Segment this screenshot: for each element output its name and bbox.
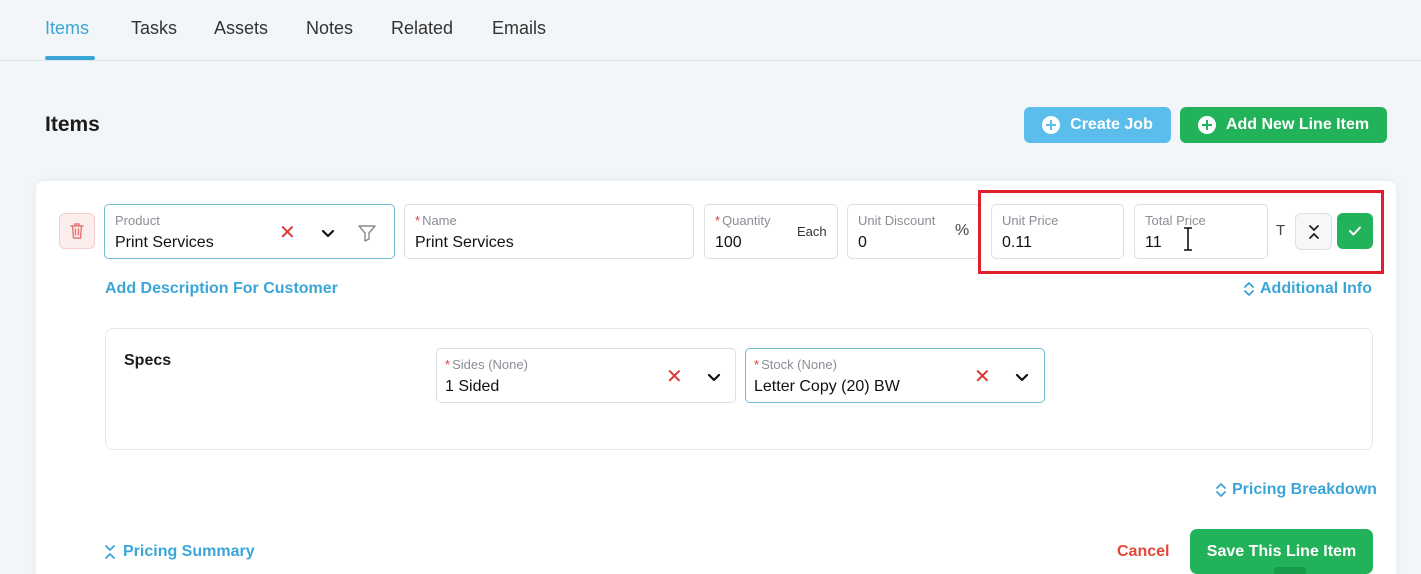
text-cursor-icon bbox=[1184, 227, 1192, 251]
add-new-line-item-button[interactable]: Add New Line Item bbox=[1180, 107, 1387, 143]
sides-value: 1 Sided bbox=[445, 378, 500, 395]
chevron-down-icon[interactable] bbox=[320, 225, 336, 241]
tab-related[interactable]: Related bbox=[391, 18, 453, 39]
tab-bar: Items Tasks Assets Notes Related Emails bbox=[0, 0, 1421, 61]
create-job-label: Create Job bbox=[1070, 116, 1153, 133]
additional-info-link[interactable]: Additional Info bbox=[1244, 280, 1372, 298]
quantity-value: 100 bbox=[715, 234, 742, 251]
stock-label: * Stock (None) bbox=[754, 357, 837, 372]
percent-suffix: % bbox=[955, 222, 970, 239]
specs-title: Specs bbox=[124, 352, 172, 369]
name-value: Print Services bbox=[415, 234, 514, 251]
pricing-breakdown-link[interactable]: Pricing Breakdown bbox=[1216, 481, 1377, 499]
name-label: * Name bbox=[415, 213, 457, 228]
specs-panel bbox=[105, 328, 1373, 450]
expand-icon bbox=[1244, 282, 1254, 296]
trash-icon bbox=[70, 223, 84, 239]
plus-circle-icon bbox=[1197, 116, 1216, 134]
stock-field[interactable]: * Stock (None) Letter Copy (20) BW ✕ bbox=[745, 348, 1045, 403]
section-title: Items bbox=[45, 113, 100, 136]
add-description-link[interactable]: Add Description For Customer bbox=[105, 280, 338, 298]
product-value: Print Services bbox=[115, 234, 214, 251]
sides-label: * Sides (None) bbox=[445, 357, 528, 372]
product-label: Product bbox=[115, 213, 160, 228]
sides-field[interactable]: * Sides (None) 1 Sided ✕ bbox=[436, 348, 736, 403]
filter-icon[interactable] bbox=[357, 223, 377, 243]
shortcut-tag bbox=[1274, 567, 1306, 574]
tab-assets[interactable]: Assets bbox=[214, 18, 268, 39]
unit-discount-value: 0 bbox=[858, 234, 867, 251]
delete-line-item-button[interactable] bbox=[59, 213, 95, 249]
clear-icon[interactable]: ✕ bbox=[974, 367, 991, 387]
create-job-button[interactable]: Create Job bbox=[1024, 107, 1171, 143]
quantity-label: * Quantity bbox=[715, 213, 771, 228]
add-line-item-label: Add New Line Item bbox=[1225, 116, 1370, 133]
stock-value: Letter Copy (20) BW bbox=[754, 378, 900, 395]
product-field[interactable]: Product Print Services ✕ bbox=[104, 204, 395, 259]
tab-emails[interactable]: Emails bbox=[492, 18, 546, 39]
save-label: Save This Line Item bbox=[1206, 542, 1357, 560]
plus-circle-icon bbox=[1042, 116, 1061, 134]
expand-icon bbox=[1216, 483, 1226, 497]
clear-icon[interactable]: ✕ bbox=[666, 367, 683, 387]
name-field[interactable]: * Name Print Services bbox=[404, 204, 694, 259]
tab-notes[interactable]: Notes bbox=[306, 18, 353, 39]
cancel-button[interactable]: Cancel bbox=[1117, 543, 1169, 561]
collapse-icon bbox=[105, 545, 115, 559]
chevron-down-icon[interactable] bbox=[1014, 369, 1030, 385]
clear-icon[interactable]: ✕ bbox=[279, 223, 296, 243]
tab-tasks[interactable]: Tasks bbox=[131, 18, 177, 39]
tab-items[interactable]: Items bbox=[45, 18, 89, 39]
chevron-down-icon[interactable] bbox=[706, 369, 722, 385]
pricing-summary-link[interactable]: Pricing Summary bbox=[105, 543, 255, 561]
unit-discount-label: Unit Discount bbox=[858, 213, 936, 228]
active-tab-indicator bbox=[45, 56, 95, 60]
quantity-unit: Each bbox=[797, 224, 827, 239]
